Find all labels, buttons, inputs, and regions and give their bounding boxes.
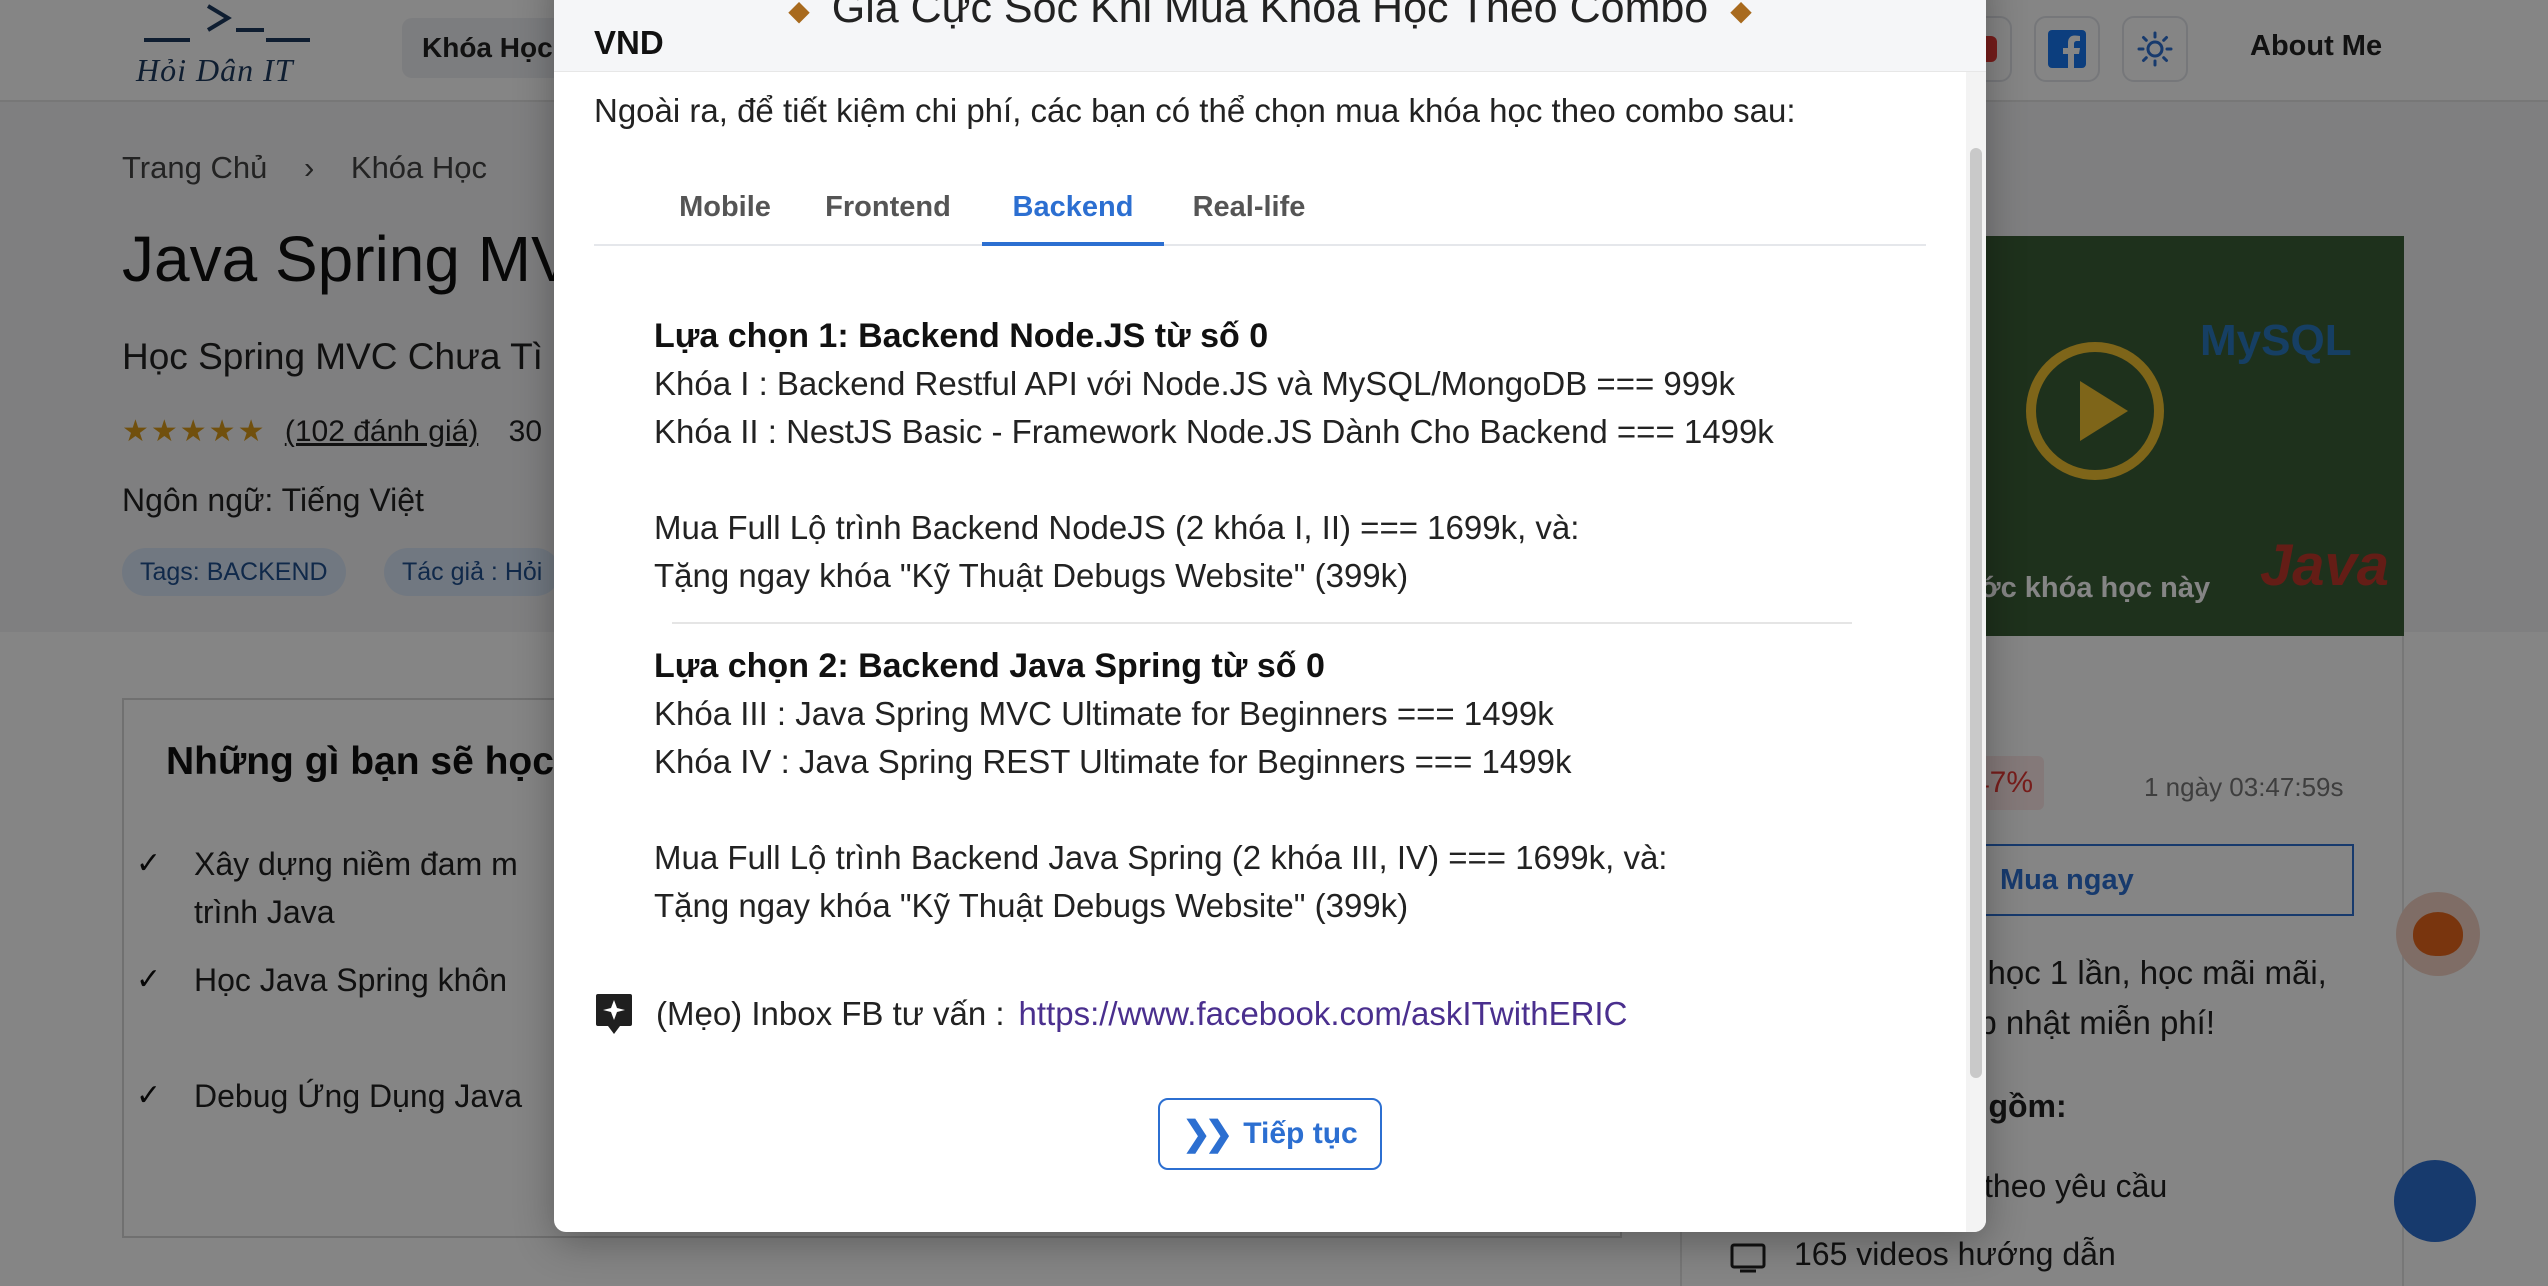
option-divider <box>672 622 1852 624</box>
combo-option-1: Lựa chọn 1: Backend Node.JS từ số 0 Khóa… <box>654 312 1774 600</box>
option-title: Lựa chọn 2: Backend Java Spring từ số 0 <box>654 647 1325 685</box>
facebook-link[interactable]: https://www.facebook.com/askITwithERIC <box>1019 995 1628 1033</box>
option-line: Khóa III : Java Spring MVC Ultimate for … <box>654 695 1554 732</box>
combo-pricing-modal: ◆ Giá Cực Sốc Khi Mua Khóa Học Theo Combo… <box>554 0 1986 1232</box>
modal-title: ◆ Giá Cực Sốc Khi Mua Khóa Học Theo Combo… <box>554 0 1986 33</box>
tip-row: (Mẹo) Inbox FB tư vấn : https://www.face… <box>594 992 1627 1036</box>
fire-icon: ◆ <box>1730 0 1752 27</box>
modal-scrollbar-thumb[interactable] <box>1970 148 1982 1078</box>
sparkle-tip-icon <box>596 994 632 1034</box>
option-line: Mua Full Lộ trình Backend Java Spring (2… <box>654 839 1668 876</box>
modal-body[interactable]: VND Ngoài ra, để tiết kiệm chi phí, các … <box>554 24 1960 1232</box>
option-line: Mua Full Lộ trình Backend NodeJS (2 khóa… <box>654 509 1580 546</box>
option-line: Khóa II : NestJS Basic - Framework Node.… <box>654 413 1774 450</box>
tab-mobile[interactable]: Mobile <box>668 182 782 246</box>
option-title: Lựa chọn 1: Backend Node.JS từ số 0 <box>654 317 1269 355</box>
tab-backend[interactable]: Backend <box>982 182 1164 246</box>
combo-intro: Ngoài ra, để tiết kiệm chi phí, các bạn … <box>594 92 1796 129</box>
continue-button[interactable]: ❯❯ Tiếp tục <box>1158 1098 1382 1170</box>
tip-text: (Mẹo) Inbox FB tư vấn : <box>656 995 1005 1032</box>
option-line: Tặng ngay khóa "Kỹ Thuật Debugs Website"… <box>654 887 1409 924</box>
option-line: Tặng ngay khóa "Kỹ Thuật Debugs Website"… <box>654 557 1409 594</box>
fire-icon: ◆ <box>788 0 810 27</box>
option-line: Khóa I : Backend Restful API với Node.JS… <box>654 365 1735 402</box>
combo-tabs: Mobile Frontend Backend Real-life <box>594 182 1926 246</box>
tab-real-life[interactable]: Real-life <box>1178 182 1320 246</box>
modal-header: ◆ Giá Cực Sốc Khi Mua Khóa Học Theo Combo… <box>554 0 1986 72</box>
option-line: Khóa IV : Java Spring REST Ultimate for … <box>654 743 1572 780</box>
currency-label: VND <box>594 24 664 61</box>
combo-option-2: Lựa chọn 2: Backend Java Spring từ số 0 … <box>654 642 1667 930</box>
double-chevron-right-icon: ❯❯ <box>1182 1115 1233 1153</box>
tab-frontend[interactable]: Frontend <box>820 182 956 246</box>
